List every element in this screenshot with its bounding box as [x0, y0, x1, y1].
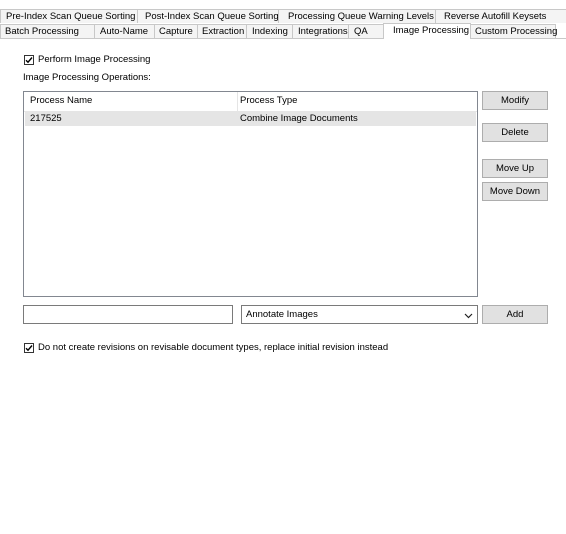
tab-custom-processing[interactable]: Custom Processing	[470, 24, 557, 38]
checkmark-icon	[25, 56, 33, 63]
tab-reverse-autofill-keysets[interactable]: Reverse Autofill Keysets	[435, 9, 566, 23]
delete-button[interactable]: Delete	[482, 123, 548, 142]
tab-row-top: Pre-Index Scan Queue Sorting Post-Index …	[0, 9, 566, 24]
tab-capture[interactable]: Capture	[154, 24, 198, 38]
list-header: Process Name Process Type	[24, 92, 477, 112]
tab-batch-processing[interactable]: Batch Processing	[0, 24, 95, 38]
process-type-selected: Annotate Images	[246, 309, 318, 320]
column-header-process-type[interactable]: Process Type	[240, 95, 297, 106]
tab-post-index-scan-queue-sorting[interactable]: Post-Index Scan Queue Sorting	[137, 9, 279, 23]
column-header-process-name[interactable]: Process Name	[30, 95, 92, 106]
no-revisions-checkbox[interactable]: Do not create revisions on revisable doc…	[24, 341, 388, 354]
checkbox-box[interactable]	[24, 54, 34, 65]
operations-label: Image Processing Operations:	[23, 72, 151, 83]
process-type-cell: Combine Image Documents	[240, 113, 358, 124]
tab-integrations[interactable]: Integrations	[292, 24, 349, 38]
perform-image-processing-label: Perform Image Processing	[38, 54, 151, 65]
tab-extraction[interactable]: Extraction	[197, 24, 247, 38]
perform-image-processing-checkbox[interactable]: Perform Image Processing	[24, 53, 150, 66]
process-name-input[interactable]	[23, 305, 233, 324]
operations-list[interactable]: Process Name Process Type 217525 Combine…	[23, 91, 478, 297]
process-name-cell: 217525	[30, 113, 62, 124]
move-up-button[interactable]: Move Up	[482, 159, 548, 178]
chevron-down-icon	[464, 313, 473, 319]
process-type-select[interactable]: Annotate Images	[241, 305, 478, 324]
move-down-button[interactable]: Move Down	[482, 182, 548, 201]
tab-processing-queue-warning-levels[interactable]: Processing Queue Warning Levels	[278, 9, 436, 23]
table-row[interactable]: 217525 Combine Image Documents	[25, 112, 476, 126]
tab-image-processing[interactable]: Image Processing	[383, 23, 471, 39]
no-revisions-label: Do not create revisions on revisable doc…	[38, 342, 389, 353]
tab-qa[interactable]: QA	[348, 24, 384, 38]
modify-button[interactable]: Modify	[482, 91, 548, 110]
column-divider[interactable]	[237, 92, 238, 111]
checkbox-box[interactable]	[24, 342, 34, 353]
tab-row-bottom: Batch Processing Auto-Name Capture Extra…	[0, 23, 557, 39]
add-button[interactable]: Add	[482, 305, 548, 324]
tab-pre-index-scan-queue-sorting[interactable]: Pre-Index Scan Queue Sorting	[0, 9, 138, 23]
checkmark-icon	[25, 344, 33, 351]
tab-indexing[interactable]: Indexing	[246, 24, 293, 38]
tab-auto-name[interactable]: Auto-Name	[94, 24, 155, 38]
